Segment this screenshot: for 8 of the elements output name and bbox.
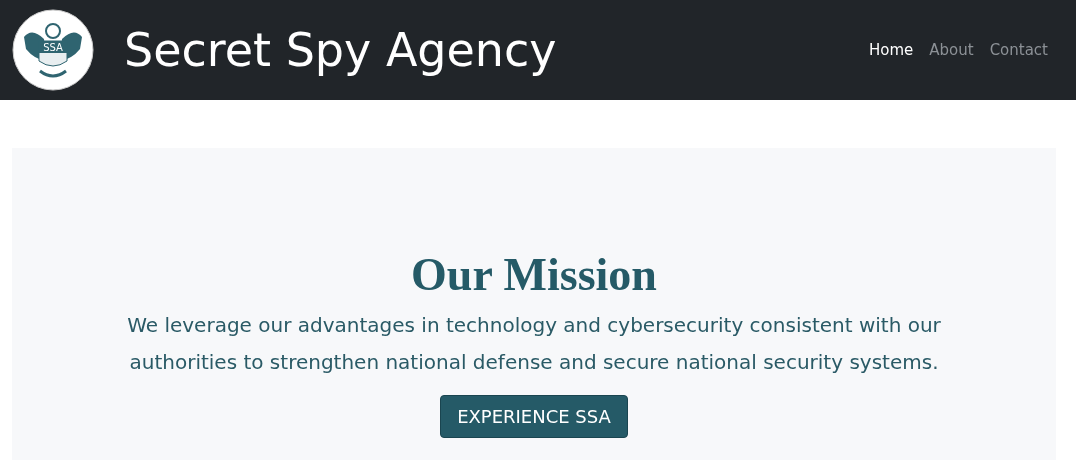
nav-link[interactable]: Home <box>869 41 914 59</box>
eagle-seal-logo: SSA <box>12 9 94 91</box>
site-title: Secret Spy Agency <box>124 23 558 77</box>
hero-text: We leverage our advantages in technology and cybersecurity consistent with our authorities to strengthen national defense and secure national security systems. <box>126 312 942 376</box>
nav-link[interactable]: About <box>929 41 974 59</box>
experience-button[interactable]: EXPERIENCE SSA <box>440 395 628 438</box>
hero-heading: Our Mission <box>411 248 657 301</box>
nav-link[interactable]: Contact <box>989 41 1048 59</box>
